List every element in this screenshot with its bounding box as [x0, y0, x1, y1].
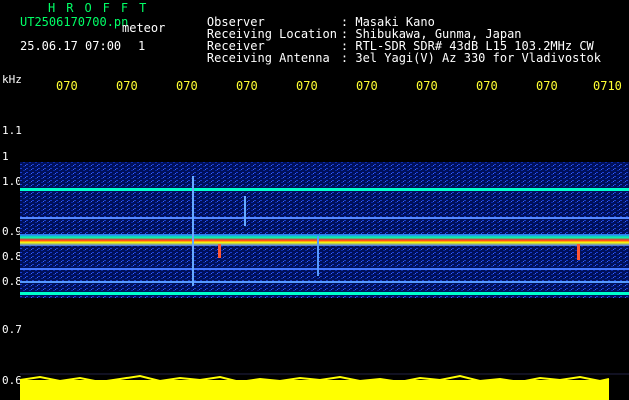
- strong-signal-band: [20, 234, 629, 246]
- meteor-ping: [244, 196, 246, 226]
- freq-tick: 1: [2, 150, 9, 163]
- freq-tick: 0.9: [2, 225, 22, 238]
- freq-tick: 0.8: [2, 250, 22, 263]
- level-fill: [20, 380, 609, 400]
- mode-label: meteor: [122, 21, 166, 35]
- carrier-line: [20, 268, 629, 270]
- station-info: Observer: Masaki Kano Receiving Location…: [178, 4, 601, 64]
- signal-level-bar: [19, 374, 610, 400]
- observation-datetime: 25.06.17 07:00: [20, 39, 122, 53]
- freq-tick: 0.7: [2, 323, 22, 336]
- meteor-ping: [317, 236, 319, 276]
- frequency-unit-label: kHz: [2, 73, 22, 86]
- time-tick: 070: [416, 79, 438, 93]
- freq-tick: 1.1: [2, 124, 22, 137]
- time-tick: 070: [176, 79, 198, 93]
- meteor-ping: [218, 244, 221, 258]
- carrier-line: [20, 217, 629, 219]
- file-name: UT2506170700.pn: [20, 15, 129, 29]
- freq-tick: 0.8: [2, 275, 22, 288]
- time-tick: 070: [116, 79, 138, 93]
- noise-band: [20, 162, 629, 298]
- time-tick: 070: [56, 79, 78, 93]
- carrier-line: [20, 188, 629, 191]
- time-tick: 070: [296, 79, 318, 93]
- spectrogram-waterfall: [20, 162, 629, 375]
- time-tick: 0710: [593, 79, 622, 93]
- carrier-line: [20, 281, 629, 283]
- count-label: 1: [138, 39, 146, 53]
- time-tick: 070: [476, 79, 498, 93]
- meteor-ping: [577, 244, 580, 260]
- time-tick: 070: [536, 79, 558, 93]
- info-row-observer: Observer: Masaki Kano: [178, 4, 601, 28]
- time-tick: 070: [236, 79, 258, 93]
- carrier-line: [20, 292, 629, 295]
- meteor-ping: [192, 176, 194, 286]
- time-tick: 070: [356, 79, 378, 93]
- app-brand: HROFFT: [48, 1, 158, 15]
- info-value: : 3el Yagi(V) Az 330 for Vladivostok: [340, 51, 601, 65]
- info-label: Receiving Antenna: [206, 51, 330, 65]
- freq-tick: 1.0: [2, 175, 22, 188]
